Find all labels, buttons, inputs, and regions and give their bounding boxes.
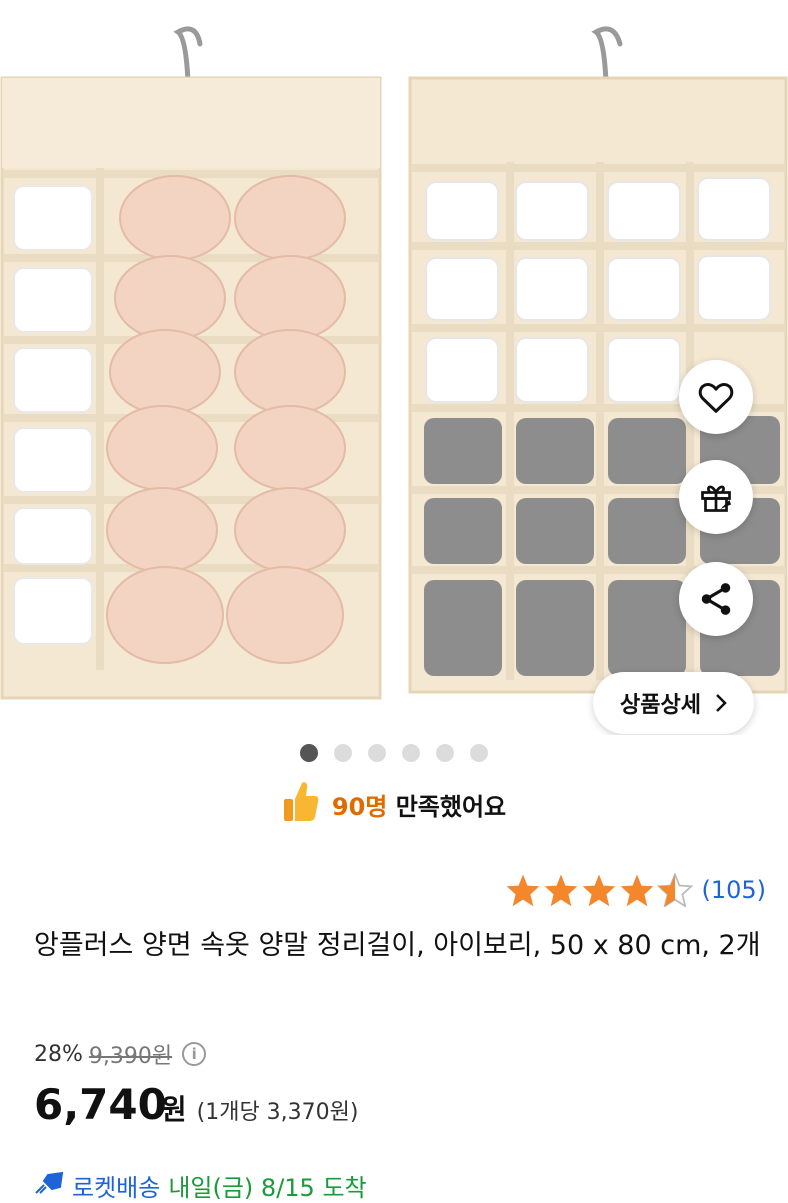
star-full-icon [545, 874, 578, 907]
wishlist-button[interactable] [679, 360, 753, 434]
star-half-icon [657, 873, 694, 907]
chevron-right-icon [715, 693, 727, 713]
gift-icon [698, 479, 734, 515]
pagination-dot[interactable] [300, 744, 318, 762]
original-price: 9,390원 [88, 1044, 173, 1069]
product-detail-button[interactable]: 상품상세 [593, 672, 754, 734]
info-icon[interactable]: i [182, 1042, 207, 1066]
star-full-icon [621, 874, 654, 907]
sale-price: 6,740 [34, 1080, 167, 1129]
pagination-dot[interactable] [368, 744, 386, 762]
sale-price-unit: 원 [160, 1093, 187, 1126]
product-photo [0, 26, 788, 700]
satisfaction-banner: 90명 만족했어요 [0, 778, 788, 830]
satisfied-count: 90명 [331, 792, 388, 821]
thumbs-up-icon [282, 779, 320, 829]
delivery-info: 로켓배송 내일(금) 8/15 도착 [34, 1168, 367, 1203]
unit-price: (1개당 3,370원) [196, 1100, 359, 1125]
satisfied-text: 만족했어요 [395, 792, 507, 821]
product-rating[interactable]: (105) [505, 870, 766, 910]
pagination-dot[interactable] [470, 744, 488, 762]
review-count-link[interactable]: (105) [701, 876, 766, 904]
share-button[interactable] [679, 562, 753, 636]
arrival-date: 내일(금) 8/15 도착 [168, 1174, 367, 1202]
image-pagination [0, 744, 788, 762]
pagination-dot[interactable] [402, 744, 420, 762]
star-full-icon [583, 874, 616, 907]
discount-line: 28% 9,390원 i [34, 1038, 207, 1070]
rocket-delivery-label: 로켓배송 [72, 1174, 161, 1202]
product-title: 앙플러스 양면 속옷 양말 정리걸이, 아이보리, 50 x 80 cm, 2개 [34, 930, 761, 961]
discount-rate: 28% [34, 1041, 83, 1067]
rocket-icon [34, 1171, 64, 1201]
product-image[interactable]: 상품상세 [0, 0, 788, 735]
pagination-dot[interactable] [334, 744, 352, 762]
share-icon [697, 580, 735, 618]
star-rating [505, 873, 694, 907]
price-line: 6,740원 (1개당 3,370원) [34, 1080, 358, 1129]
gift-button[interactable] [679, 460, 753, 534]
product-detail-label: 상품상세 [620, 693, 701, 718]
star-full-icon [507, 874, 540, 907]
heart-icon [698, 380, 734, 414]
pagination-dot[interactable] [436, 744, 454, 762]
